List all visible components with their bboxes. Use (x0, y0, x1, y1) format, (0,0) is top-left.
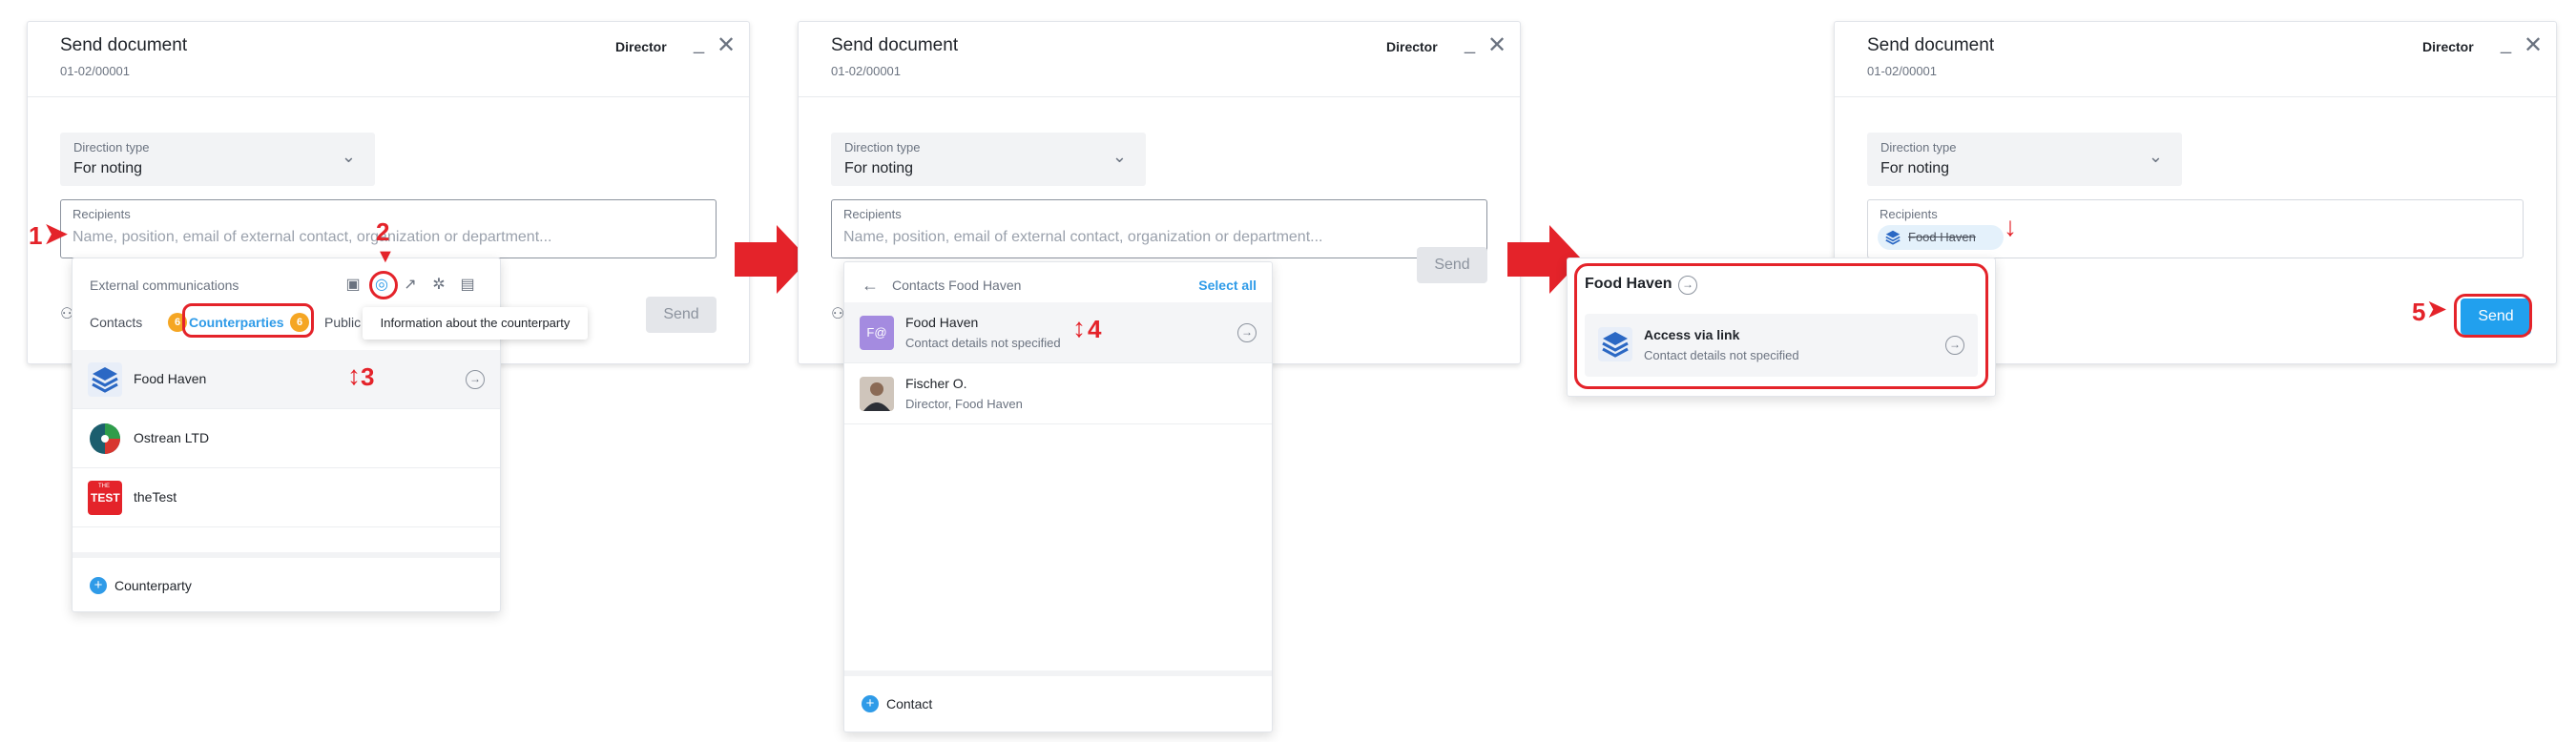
recipients-label: Recipients (73, 207, 131, 221)
add-counterparty-button[interactable]: + Counterparty (90, 575, 242, 598)
direction-type-select[interactable]: Direction type For noting ⌄ (831, 133, 1146, 186)
highlight-counterparties-tab (182, 303, 314, 338)
dialog-title: Send document (60, 35, 188, 55)
send-button[interactable]: Send (646, 297, 717, 333)
panel-header: Contacts Food Haven (892, 278, 1022, 293)
divider (1835, 96, 2556, 97)
share-icon[interactable]: ↗ (399, 274, 422, 297)
contact-sub: Contact details not specified (905, 336, 1061, 350)
recipient-chip[interactable]: Food Haven (1878, 225, 2004, 250)
avatar (860, 377, 894, 411)
logo-text: TEST (91, 491, 120, 505)
send-button[interactable]: Send (1417, 247, 1487, 283)
list-item-ostrean[interactable]: Ostrean LTD (73, 409, 500, 468)
direction-type-label: Direction type (1880, 140, 1957, 155)
plus-icon: + (90, 577, 107, 594)
chevron-down-icon: ⌄ (1111, 147, 1127, 166)
step-2-arrow: ▼ (376, 246, 395, 267)
minimize-button[interactable]: _ (694, 33, 704, 55)
role-label: Director (2422, 39, 2474, 54)
network-icon[interactable]: ✲ (427, 274, 450, 297)
building-icon[interactable]: ▤ (456, 274, 479, 297)
tooltip: Information about the counterparty (363, 307, 588, 340)
direction-type-value: For noting (844, 160, 914, 176)
contact-sub: Director, Food Haven (905, 397, 1023, 411)
panel-footer-divider (73, 552, 500, 558)
add-contact-label: Contact (886, 696, 933, 711)
plus-icon: + (862, 695, 879, 712)
contact-name: Fischer O. (905, 376, 967, 391)
thetest-logo: THE TEST (88, 481, 122, 515)
role-label: Director (1386, 39, 1438, 54)
arrow-right-icon[interactable]: → (1237, 323, 1257, 342)
minimize-button[interactable]: _ (1465, 33, 1475, 55)
list-item-name: theTest (134, 489, 177, 505)
logo-sup: THE (98, 484, 110, 489)
recipients-field[interactable]: Recipients Food Haven (1867, 199, 2524, 258)
panel-footer-divider (844, 670, 1272, 676)
recipients-field[interactable]: Recipients Name, position, email of exte… (831, 199, 1487, 258)
direction-type-value: For noting (73, 160, 143, 176)
email-avatar: F@ (860, 316, 894, 350)
recipient-chip-label: Food Haven (1908, 230, 1976, 244)
ostrean-logo (88, 422, 122, 456)
highlight-globe-icon (369, 271, 398, 299)
recipients-placeholder: Name, position, email of external contac… (843, 229, 1323, 245)
step-1-arrow: ➤ (44, 218, 69, 250)
step-4-arrow: ↕ (1072, 313, 1086, 342)
contacts-panel: ← Contacts Food Haven Select all F@ Food… (843, 261, 1273, 732)
divider (799, 96, 1520, 97)
briefcase-icon[interactable]: ▣ (342, 274, 364, 297)
tab-public[interactable]: Public (324, 315, 361, 330)
step-3-arrow: ↕ (347, 361, 361, 390)
close-button[interactable]: ✕ (2524, 31, 2543, 59)
document-number: 01-02/00001 (60, 64, 131, 78)
recipients-placeholder: Name, position, email of external contac… (73, 229, 552, 245)
list-item-food-haven-contact[interactable]: F@ Food Haven Contact details not specif… (844, 302, 1272, 363)
role-label: Director (615, 39, 667, 54)
list-item-food-haven[interactable]: Food Haven → (73, 350, 500, 409)
document-number: 01-02/00001 (831, 64, 902, 78)
food-haven-logo (88, 362, 122, 397)
chevron-down-icon: ⌄ (341, 147, 356, 166)
step-5-label: 5 (2412, 298, 2426, 326)
highlight-counterparty-panel (1574, 263, 1988, 389)
food-haven-logo (1885, 230, 1901, 245)
step-3-label: 3 (361, 362, 375, 391)
arrow-right-icon[interactable]: → (466, 370, 485, 389)
document-number: 01-02/00001 (1867, 64, 1938, 78)
direction-type-label: Direction type (844, 140, 921, 155)
dialog-title: Send document (831, 35, 959, 55)
direction-type-label: Direction type (73, 140, 150, 155)
highlight-send-button (2454, 294, 2532, 338)
add-counterparty-label: Counterparty (114, 578, 192, 593)
contact-name: Food Haven (905, 315, 979, 330)
minimize-button[interactable]: _ (2501, 33, 2511, 55)
step-2-label: 2 (376, 217, 390, 246)
divider (28, 96, 749, 97)
tab-contacts-label: Contacts (90, 315, 143, 330)
list-item-name: Ostrean LTD (134, 430, 210, 445)
recipient-arrow: ↓ (2004, 212, 2017, 241)
recipients-label: Recipients (843, 207, 902, 221)
step-4-label: 4 (1088, 315, 1102, 343)
recipients-label: Recipients (1880, 207, 1938, 221)
dialog-title: Send document (1867, 35, 1995, 55)
step-1-label: 1 (29, 221, 43, 250)
tab-contacts[interactable]: Contacts 6 (90, 312, 187, 335)
chevron-down-icon: ⌄ (2148, 147, 2163, 166)
panel-header: External communications (90, 278, 239, 293)
list-item-fischer[interactable]: Fischer O. Director, Food Haven (844, 363, 1272, 424)
back-arrow-icon[interactable]: ← (862, 276, 879, 296)
select-all-link[interactable]: Select all (1198, 278, 1257, 293)
direction-type-select[interactable]: Direction type For noting ⌄ (60, 133, 375, 186)
list-item-name: Food Haven (134, 371, 207, 386)
close-button[interactable]: ✕ (1487, 31, 1506, 59)
direction-type-select[interactable]: Direction type For noting ⌄ (1867, 133, 2182, 186)
close-button[interactable]: ✕ (717, 31, 736, 59)
direction-type-value: For noting (1880, 160, 1950, 176)
list-item-thetest[interactable]: THE TEST theTest (73, 468, 500, 527)
step-5-arrow: ➤ (2427, 297, 2447, 322)
add-contact-button[interactable]: + Contact (862, 693, 1014, 716)
